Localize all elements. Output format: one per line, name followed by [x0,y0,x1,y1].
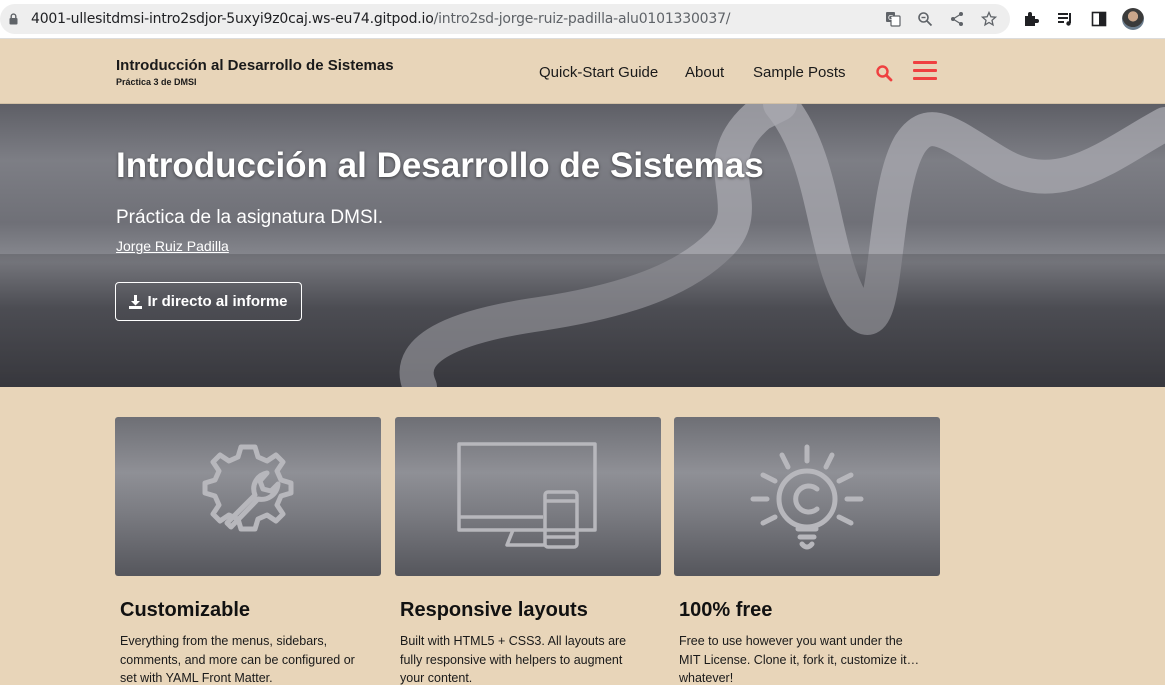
feature-title: 100% free [679,599,773,621]
feature-title: Customizable [120,599,251,621]
nav-quick-start-guide[interactable]: Quick-Start Guide [539,64,658,81]
site-header: Introducción al Desarrollo de Sistemas P… [0,39,1165,104]
site-subtitle: Práctica 3 de DMSI [116,77,197,87]
feature-card: 100% free Free to use however you want u… [674,417,940,685]
menu-toggle-icon[interactable] [913,61,937,81]
feature-image [115,417,381,576]
feature-card: Customizable Everything from the menus, … [115,417,381,685]
bookmark-star-icon[interactable] [978,9,1000,29]
search-icon[interactable] [875,64,893,82]
wrench-gear-icon [202,444,294,532]
side-panel-icon[interactable] [1088,8,1110,30]
extensions-icon[interactable] [1020,8,1042,30]
url-host: 4001-ullesitdmsi-intro2sdjor-5uxyi9z0caj… [31,11,434,27]
url-text[interactable]: 4001-ullesitdmsi-intro2sdjor-5uxyi9z0caj… [31,11,731,27]
report-button-label: Ir directo al informe [147,293,288,310]
feature-text: Built with HTML5 + CSS3. All layouts are… [400,634,627,685]
feature-title: Responsive layouts [400,599,588,621]
feature-card: Responsive layouts Built with HTML5 + CS… [395,417,661,685]
browser-toolbar: 4001-ullesitdmsi-intro2sdjor-5uxyi9z0caj… [0,0,1165,39]
feature-image [395,417,661,576]
translate-icon[interactable]: G [882,9,904,29]
hero-title: Introducción al Desarrollo de Sistemas [116,146,764,185]
hero-banner: Introducción al Desarrollo de Sistemas P… [0,104,1165,387]
url-path: /intro2sd-jorge-ruiz-padilla-alu01013300… [433,11,731,27]
feature-text: Everything from the menus, sidebars, com… [120,634,355,685]
nav-sample-posts[interactable]: Sample Posts [753,64,846,81]
share-icon[interactable] [946,9,968,29]
address-bar[interactable]: 4001-ullesitdmsi-intro2sdjor-5uxyi9z0caj… [0,4,1010,34]
hero-subtitle: Práctica de la asignatura DMSI. [116,207,384,228]
zoom-icon[interactable] [914,9,936,29]
site-title[interactable]: Introducción al Desarrollo de Sistemas [116,57,394,74]
media-control-icon[interactable] [1054,8,1076,30]
hero-author-link[interactable]: Jorge Ruiz Padilla [116,238,229,254]
report-button[interactable]: Ir directo al informe [115,282,302,321]
feature-text: Free to use however you want under the M… [679,634,920,685]
lock-icon[interactable] [9,13,18,25]
copyright-lightbulb-icon [750,444,864,550]
nav-about[interactable]: About [685,64,724,81]
svg-text:G: G [888,14,893,22]
feature-image [674,417,940,576]
download-icon [129,294,143,309]
responsive-devices-icon [457,442,597,549]
profile-avatar[interactable] [1122,8,1144,30]
